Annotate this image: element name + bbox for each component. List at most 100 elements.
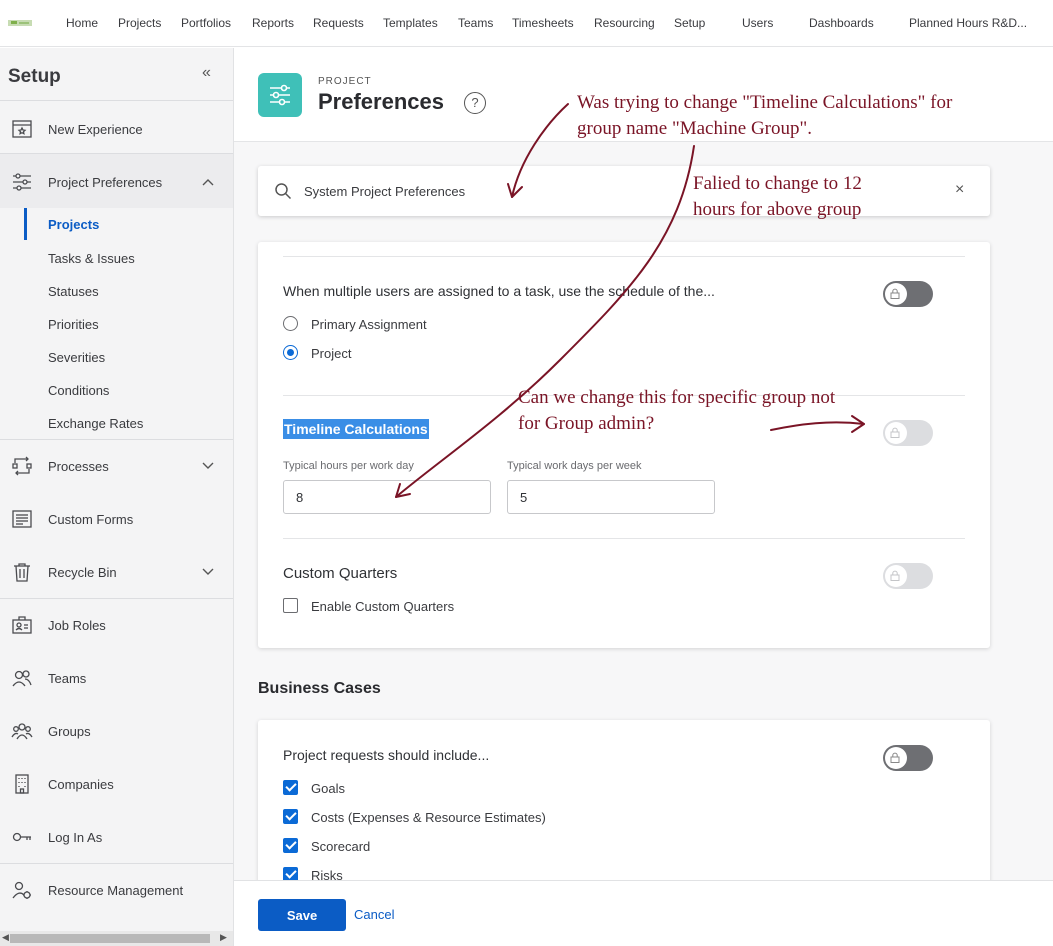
days-per-week-input[interactable] — [507, 480, 715, 514]
sidebar-title: Setup — [8, 66, 61, 87]
sidebar-divider — [0, 598, 233, 599]
annotation-note-3: Can we change this for specific group no… — [518, 385, 835, 437]
annotation-line: Can we change this for specific group no… — [518, 387, 836, 408]
schedule-lock-toggle[interactable] — [883, 281, 933, 307]
sidebar-divider — [0, 439, 233, 440]
page-eyebrow: PROJECT — [318, 76, 372, 87]
groups-icon — [11, 723, 33, 740]
checkbox-label: Enable Custom Quarters — [311, 599, 455, 614]
quarters-lock-toggle[interactable] — [883, 563, 933, 589]
hours-per-day-input[interactable] — [283, 480, 491, 514]
sidebar-item-label: Recycle Bin — [48, 564, 117, 580]
nav-portfolios[interactable]: Portfolios — [181, 16, 231, 30]
sidebar-item-processes[interactable]: Processes — [0, 446, 233, 486]
sidebar-subitem-projects[interactable]: Projects — [48, 217, 99, 232]
job-roles-icon — [12, 616, 32, 634]
enable-custom-quarters-checkbox[interactable] — [283, 598, 298, 613]
sidebar-item-label: Teams — [48, 670, 87, 686]
clear-search-icon[interactable]: × — [955, 181, 964, 199]
scrollbar-thumb[interactable] — [10, 934, 210, 943]
sidebar-item-label: Job Roles — [48, 617, 106, 633]
annotation-line: hours for above group — [693, 199, 862, 220]
nav-timesheets[interactable]: Timesheets — [512, 16, 574, 30]
annotation-line: Falied to change to 12 — [693, 173, 862, 194]
project-preferences-card — [258, 242, 990, 648]
chevron-up-icon[interactable] — [202, 178, 214, 186]
business-question: Project requests should include... — [283, 747, 490, 763]
trash-icon — [14, 563, 30, 582]
nav-requests[interactable]: Requests — [313, 16, 364, 30]
help-icon[interactable]: ? — [464, 92, 486, 114]
annotation-line: for Group admin? — [518, 413, 655, 434]
annotation-line: group name "Machine Group". — [577, 118, 813, 139]
business-cases-heading: Business Cases — [258, 680, 381, 697]
timeline-calculations-title: Timeline Calculations — [283, 419, 429, 439]
annotation-note-1: Was trying to change "Timeline Calculati… — [577, 90, 952, 142]
timeline-lock-toggle[interactable] — [883, 420, 933, 446]
sidebar-item-label: Groups — [48, 723, 91, 739]
goals-checkbox[interactable] — [283, 780, 298, 795]
sidebar-item-companies[interactable]: Companies — [0, 764, 233, 804]
sidebar-divider — [0, 863, 233, 864]
scorecard-checkbox[interactable] — [283, 838, 298, 853]
nav-resourcing[interactable]: Resourcing — [594, 16, 655, 30]
sidebar-horizontal-scrollbar[interactable]: ◀ ▶ — [0, 931, 233, 946]
nav-planned-hours[interactable]: Planned Hours R&D... — [909, 16, 1027, 30]
nav-setup[interactable]: Setup — [674, 16, 705, 30]
sidebar-item-job-roles[interactable]: Job Roles — [0, 605, 233, 645]
sidebar-subitem-tasks-issues[interactable]: Tasks & Issues — [48, 251, 135, 266]
sidebar-item-groups[interactable]: Groups — [0, 711, 233, 751]
footer-bar: Save Cancel — [234, 880, 1053, 946]
radio-label: Project — [311, 346, 352, 361]
sidebar-subitem-exchange-rates[interactable]: Exchange Rates — [48, 416, 143, 431]
chevron-down-icon[interactable] — [202, 568, 214, 576]
annotation-line: Was trying to change "Timeline Calculati… — [577, 92, 953, 113]
business-cases-card — [258, 720, 990, 890]
sidebar-item-recycle-bin[interactable]: Recycle Bin — [0, 552, 233, 592]
sidebar-subitem-priorities[interactable]: Priorities — [48, 317, 99, 332]
card-divider — [283, 538, 965, 539]
sidebar-subitem-conditions[interactable]: Conditions — [48, 383, 109, 398]
annotation-note-2: Falied to change to 12 hours for above g… — [693, 171, 862, 223]
sidebar-divider — [0, 100, 233, 101]
costs-checkbox[interactable] — [283, 809, 298, 824]
nav-templates[interactable]: Templates — [383, 16, 438, 30]
sidebar-item-label: Companies — [48, 776, 114, 792]
sidebar-item-project-preferences[interactable]: Project Preferences — [0, 162, 233, 202]
scroll-left-icon[interactable]: ◀ — [2, 932, 9, 943]
checkbox-label: Costs (Expenses & Resource Estimates) — [311, 810, 546, 825]
sidebar-subitem-severities[interactable]: Severities — [48, 350, 105, 365]
sidebar-item-log-in-as[interactable]: Log In As — [0, 817, 233, 857]
nav-reports[interactable]: Reports — [252, 16, 294, 30]
nav-teams[interactable]: Teams — [458, 16, 493, 30]
radio-primary-assignment[interactable] — [283, 316, 298, 331]
company-logo[interactable] — [8, 17, 32, 29]
sliders-icon — [13, 173, 31, 191]
hours-per-day-label: Typical hours per work day — [283, 460, 414, 472]
active-indicator — [24, 208, 27, 240]
save-button[interactable]: Save — [258, 899, 346, 931]
sidebar-item-label: Processes — [48, 458, 109, 474]
cancel-button[interactable]: Cancel — [354, 907, 394, 922]
lock-icon — [890, 427, 900, 438]
collapse-sidebar-icon[interactable]: « — [202, 64, 211, 82]
key-icon — [12, 832, 31, 842]
radio-project[interactable] — [283, 345, 298, 360]
sidebar-item-teams[interactable]: Teams — [0, 658, 233, 698]
nav-projects[interactable]: Projects — [118, 16, 161, 30]
nav-dashboards[interactable]: Dashboards — [809, 16, 874, 30]
days-per-week-label: Typical work days per week — [507, 460, 642, 472]
nav-users[interactable]: Users — [742, 16, 773, 30]
chevron-down-icon[interactable] — [202, 462, 214, 470]
sidebar-item-resource-management[interactable]: Resource Management — [0, 870, 233, 910]
resource-management-icon — [12, 881, 31, 899]
sidebar-subitem-statuses[interactable]: Statuses — [48, 284, 99, 299]
scroll-right-icon[interactable]: ▶ — [220, 932, 227, 943]
sidebar-item-label: Project Preferences — [48, 174, 163, 190]
business-lock-toggle[interactable] — [883, 745, 933, 771]
nav-home[interactable]: Home — [66, 16, 98, 30]
sidebar-item-custom-forms[interactable]: Custom Forms — [0, 499, 233, 539]
new-experience-icon — [12, 120, 32, 138]
sidebar-item-new-experience[interactable]: New Experience — [0, 109, 233, 149]
lock-icon — [890, 570, 900, 581]
